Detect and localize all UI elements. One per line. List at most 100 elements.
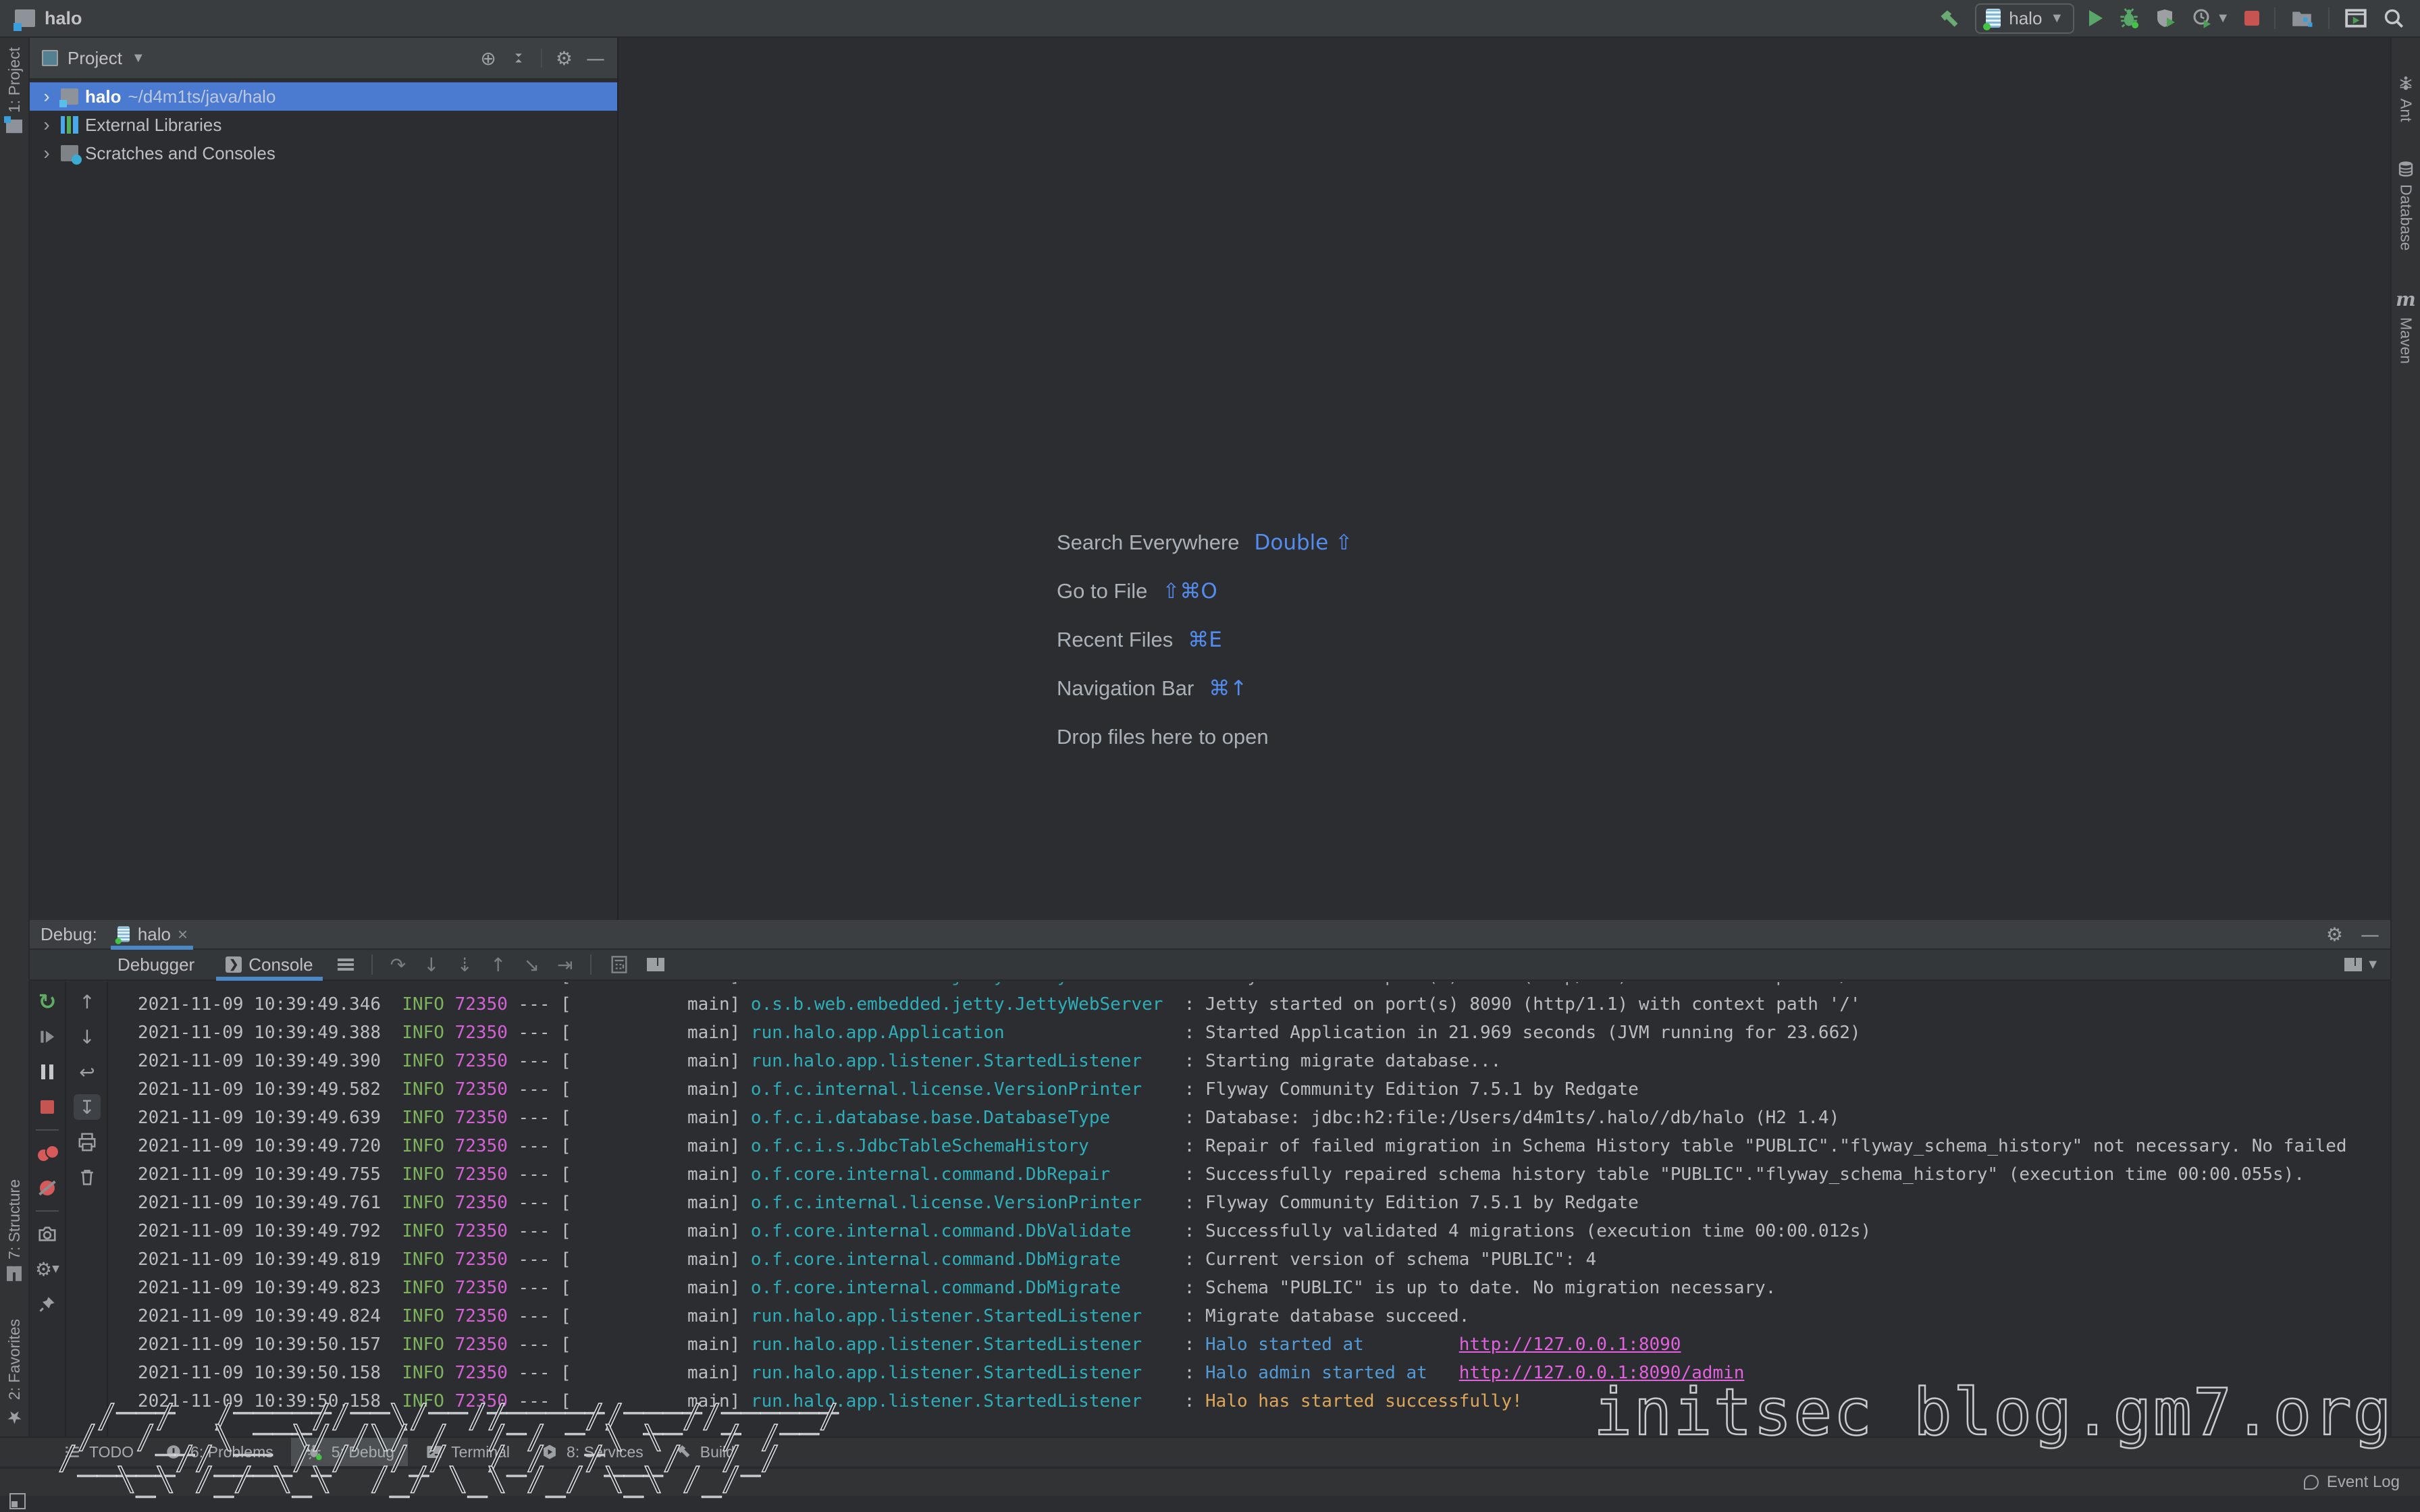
tool-window-tab-terminal[interactable]: Terminal (412, 1438, 523, 1466)
console-options-icon[interactable] (338, 959, 354, 971)
run-config-selector[interactable]: halo ▼ (1975, 3, 2074, 34)
run-to-cursor-button[interactable]: ⇥ (557, 954, 573, 976)
close-icon[interactable]: × (178, 924, 188, 945)
tool-window-tab-todo[interactable]: TODO (50, 1438, 147, 1466)
tool-tab-maven-stripe[interactable]: m Maven (2396, 288, 2416, 364)
log-timestamp: 2021-11-09 10:39:49.761 (138, 1193, 402, 1213)
debug-settings-button[interactable]: ⚙▼ (34, 1256, 61, 1282)
chevron-right-icon[interactable]: › (39, 142, 54, 164)
force-step-into-button[interactable]: ⇣ (457, 954, 473, 976)
collapse-all-button[interactable] (510, 49, 527, 67)
run-anything-button[interactable] (2344, 7, 2367, 30)
resume-button[interactable] (34, 1024, 61, 1050)
project-panel-title[interactable]: Project (68, 48, 122, 69)
tool-window-tab-services[interactable]: 8: Services (527, 1438, 657, 1466)
log-bracket: --- [ (508, 994, 571, 1015)
log-thread: main] (571, 1363, 751, 1383)
evaluate-expression-button[interactable] (609, 954, 629, 975)
tool-tab-structure-stripe[interactable]: 7: Structure (5, 1179, 24, 1281)
console-log-line: 2021-11-09 10:39:49.824 INFO 72350 --- [… (138, 1302, 2390, 1330)
tab-debugger[interactable]: Debugger (111, 950, 201, 979)
tool-window-tab-debug[interactable]: 5: Debug (291, 1438, 408, 1466)
log-colon: : (1174, 1023, 1205, 1043)
stop-button[interactable] (34, 1094, 61, 1120)
tab-label: TODO (89, 1443, 134, 1461)
log-thread: main] (571, 1051, 751, 1071)
chevron-right-icon[interactable]: › (39, 114, 54, 136)
log-colon: : (1174, 1193, 1205, 1213)
tool-window-tab-problems[interactable]: 6: Problems (151, 1438, 287, 1466)
restore-layout-icon[interactable] (2344, 958, 2362, 971)
console-actions-gutter: ↑ ↓ ↩ ↧ (68, 982, 108, 1436)
chevron-down-icon[interactable]: ▼ (132, 51, 145, 66)
hide-panel-button[interactable]: — (586, 47, 605, 70)
pin-tab-button[interactable] (34, 1291, 61, 1317)
run-button[interactable] (2089, 10, 2103, 26)
mute-breakpoints-button[interactable] (34, 1175, 61, 1201)
editor-shortcut-hints: Search EverywhereDouble ⇧Go to File⇧⌘ORe… (1057, 518, 1352, 761)
console-icon: ❯ (226, 956, 242, 973)
toggle-tool-windows-icon[interactable] (9, 1493, 26, 1509)
tree-item-path: ~/d4m1ts/java/halo (128, 86, 275, 107)
shortcut-keys: ⌘↑ (1209, 676, 1247, 701)
session-tab-label: halo (138, 924, 171, 945)
debug-button[interactable] (2118, 7, 2140, 30)
thread-dump-button[interactable] (34, 1221, 61, 1247)
log-colon: : (1174, 1108, 1205, 1128)
soft-wrap-button[interactable]: ↩ (74, 1059, 101, 1085)
stop-button[interactable] (2244, 11, 2259, 26)
hide-panel-button[interactable]: — (2361, 923, 2379, 946)
tool-windows-button[interactable] (2290, 7, 2313, 30)
event-log-button[interactable]: Event Log (2327, 1473, 2400, 1492)
view-breakpoints-button[interactable] (34, 1140, 61, 1166)
settings-gear-button[interactable]: ⚙ (556, 47, 573, 70)
tool-window-tab-build[interactable]: Build (661, 1438, 748, 1466)
tree-item-name: External Libraries (85, 115, 221, 136)
console-log-line: 2021-11-09 10:39:49.792 INFO 72350 --- [… (138, 1217, 2390, 1245)
problems-icon (165, 1443, 182, 1461)
step-out-button[interactable]: ↑ (490, 954, 506, 976)
tree-item-scratches[interactable]: ›Scratches and Consoles (30, 139, 617, 167)
log-colon: : (1174, 1079, 1205, 1100)
search-icon (2382, 7, 2405, 30)
layout-settings-icon[interactable] (647, 958, 664, 971)
console-output[interactable]: 2021-11-09 10:39:49.345 INFO 72350 --- [… (109, 982, 2390, 1436)
tool-tab-database-stripe[interactable]: Database (2396, 160, 2415, 250)
rerun-button[interactable]: ↻ (34, 989, 61, 1015)
tool-tab-ant-stripe[interactable]: Ant (2396, 74, 2415, 122)
tree-item-halo-root[interactable]: ›halo ~/d4m1ts/java/halo (30, 82, 617, 111)
debug-actions-gutter: ↻ ⚙▼ (30, 982, 66, 1436)
log-link[interactable]: http://127.0.0.1:8090/admin (1459, 1363, 1745, 1383)
search-everywhere-button[interactable] (2382, 7, 2405, 30)
toolbar-separator (2274, 7, 2276, 29)
scroll-to-end-button[interactable]: ↧ (74, 1094, 101, 1120)
down-stack-trace-button[interactable]: ↓ (74, 1024, 101, 1050)
step-over-button[interactable]: ↷ (390, 954, 406, 976)
run-with-coverage-button[interactable] (2155, 7, 2177, 29)
log-bracket: --- [ (508, 982, 571, 986)
chevron-right-icon[interactable]: › (39, 86, 54, 107)
profiler-button[interactable]: ▼ (2192, 7, 2230, 29)
smart-step-into-button[interactable]: ↘ (523, 954, 539, 976)
settings-gear-button[interactable]: ⚙ (2326, 923, 2343, 946)
console-log-line: 2021-11-09 10:39:49.388 INFO 72350 --- [… (138, 1019, 2390, 1047)
console-log-line: 2021-11-09 10:39:49.346 INFO 72350 --- [… (138, 990, 2390, 1019)
clear-all-button[interactable] (74, 1164, 101, 1190)
tab-console[interactable]: ❯ Console (219, 950, 319, 979)
tree-item-external-libraries[interactable]: › External Libraries (30, 111, 617, 139)
log-thread: main] (571, 1079, 751, 1100)
run-window-icon (2344, 7, 2367, 30)
tool-tab-project-stripe[interactable]: 1: Project (5, 47, 24, 133)
up-stack-trace-button[interactable]: ↑ (74, 989, 101, 1015)
pause-button[interactable] (34, 1059, 61, 1085)
locate-file-button[interactable]: ⊕ (480, 47, 496, 70)
log-link[interactable]: http://127.0.0.1:8090 (1459, 1334, 1681, 1355)
log-message: Started Application in 21.969 seconds (J… (1205, 1023, 1861, 1043)
print-button[interactable] (74, 1129, 101, 1155)
step-into-button[interactable]: ↓ (423, 954, 439, 976)
log-thread: main] (571, 1108, 751, 1128)
build-hammer-button[interactable] (1937, 7, 1960, 30)
debug-session-tab[interactable]: halo × (111, 920, 193, 948)
tool-tab-favorites-stripe[interactable]: ★ 2: Favorites (5, 1319, 24, 1427)
console-log-line: 2021-11-09 10:39:49.761 INFO 72350 --- [… (138, 1189, 2390, 1217)
